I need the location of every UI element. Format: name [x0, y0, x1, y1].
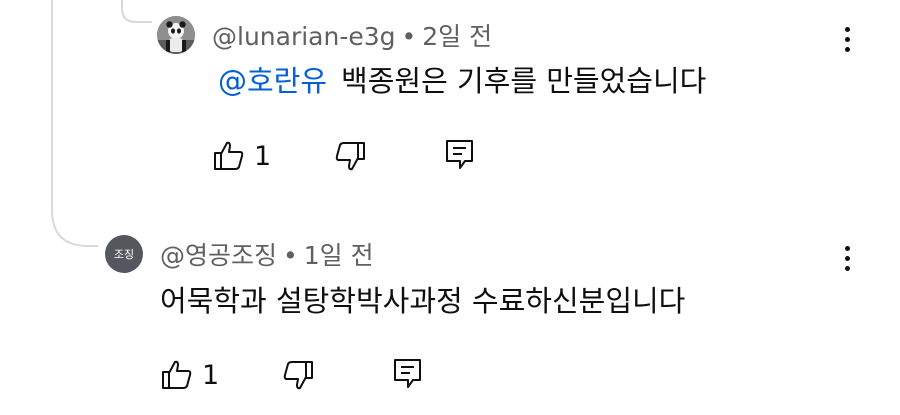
meta-separator: •	[283, 241, 298, 270]
like-button[interactable]	[212, 139, 246, 173]
author-name[interactable]: @영공조징	[160, 241, 277, 270]
dislike-button[interactable]	[281, 358, 315, 392]
dislike-button[interactable]	[333, 139, 367, 173]
comment-body: 어묵학과 설탕학박사과정 수료하신분입니다	[160, 284, 686, 318]
reply-button[interactable]	[443, 137, 477, 173]
more-vert-icon-dot	[844, 256, 850, 261]
more-vert-icon-dot	[844, 266, 850, 271]
thumbs-down-icon	[283, 361, 313, 390]
meta-separator: •	[401, 22, 417, 51]
like-count: 1	[254, 141, 272, 172]
more-vert-icon-dot	[844, 47, 850, 52]
thumbs-down-icon	[335, 142, 365, 171]
reply-icon	[394, 359, 421, 388]
comment-meta: @lunarian-e3g • 2일 전	[212, 20, 492, 54]
reply-button[interactable]	[391, 356, 425, 392]
like-count: 1	[202, 360, 220, 391]
avatar[interactable]	[157, 16, 195, 54]
more-actions-button[interactable]	[835, 246, 859, 286]
thumbs-up-icon	[162, 360, 192, 389]
more-vert-icon-dot	[844, 37, 850, 42]
timestamp[interactable]: 1일 전	[304, 241, 374, 270]
thread-connector-bottom	[51, 0, 98, 247]
comment-text: 어묵학과 설탕학박사과정 수료하신분입니다	[160, 281, 685, 321]
thumbs-up-icon	[214, 141, 244, 170]
avatar[interactable]: 조징	[105, 235, 143, 273]
panda-avatar-icon	[157, 16, 195, 54]
comment-text: @호란유 백종원은 기후를 만들었습니다	[218, 61, 706, 101]
more-vert-icon	[844, 27, 850, 32]
avatar-initials: 조징	[113, 248, 135, 261]
author-name[interactable]: @lunarian-e3g	[212, 22, 396, 51]
comment-meta: @영공조징 • 1일 전	[160, 239, 374, 273]
mention-link[interactable]: @호란유	[218, 64, 327, 98]
timestamp[interactable]: 2일 전	[422, 22, 492, 51]
reply-icon	[446, 140, 473, 169]
comment-body: 백종원은 기후를 만들었습니다	[341, 64, 707, 98]
like-button[interactable]	[160, 358, 194, 392]
more-actions-button[interactable]	[835, 27, 859, 67]
more-vert-icon	[844, 246, 850, 251]
